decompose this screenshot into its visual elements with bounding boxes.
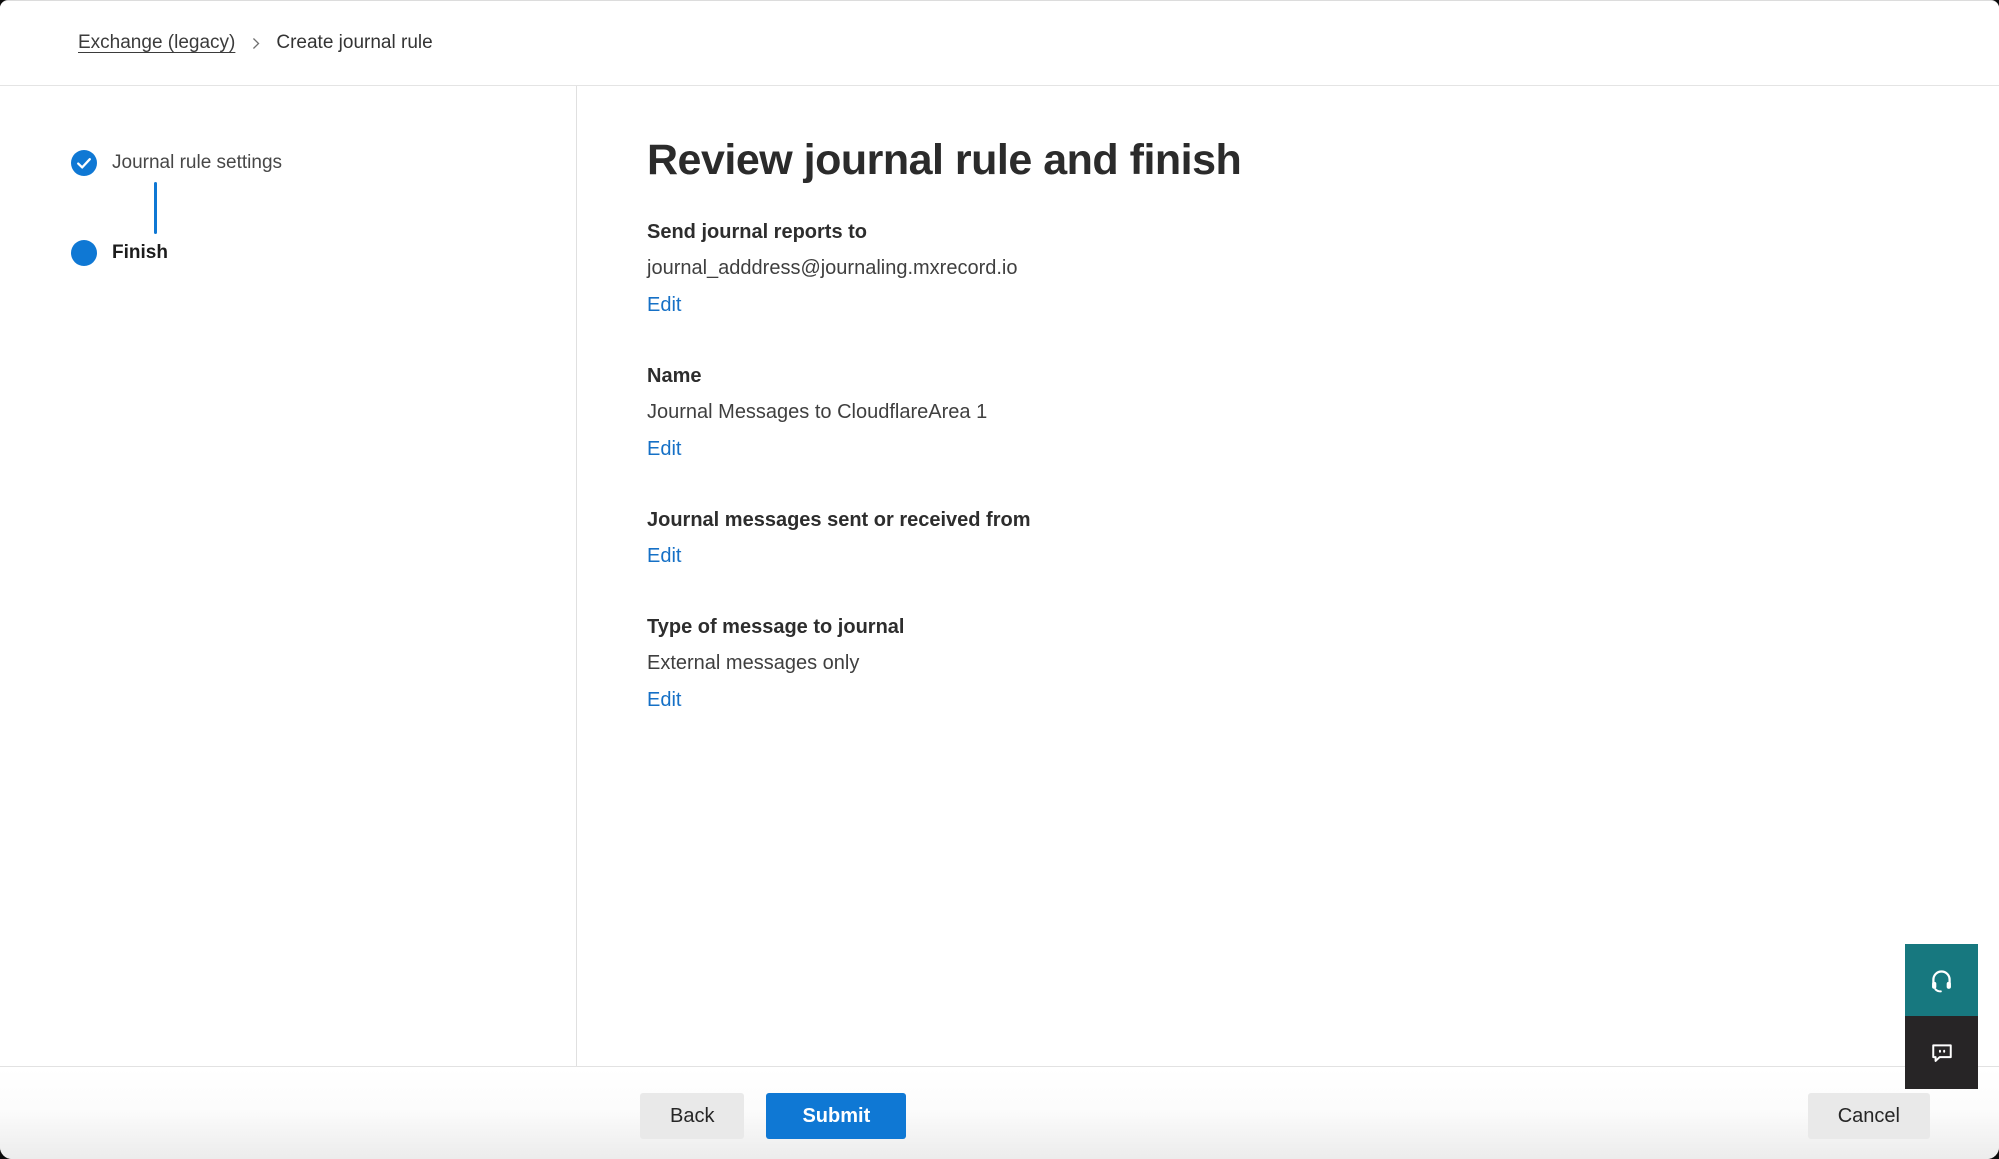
chat-bubble-icon — [1928, 1039, 1956, 1067]
floating-help-buttons — [1905, 944, 1978, 1089]
step-connector-line — [154, 182, 157, 234]
step-label-finish: Finish — [112, 242, 168, 264]
wizard-footer: Back Submit Cancel — [0, 1066, 1999, 1159]
review-section-journal-messages-from: Journal messages sent or received from E… — [647, 509, 1939, 568]
feedback-button[interactable] — [1905, 1016, 1978, 1089]
cancel-button[interactable]: Cancel — [1808, 1093, 1930, 1139]
review-panel: Review journal rule and finish Send jour… — [577, 86, 1999, 1066]
wizard-step-finish[interactable]: Finish — [71, 240, 576, 266]
headset-icon — [1928, 967, 1955, 994]
top-bar: Exchange (legacy) Create journal rule — [0, 1, 1999, 86]
section-label: Journal messages sent or received from — [647, 509, 1939, 532]
back-button[interactable]: Back — [640, 1093, 744, 1139]
breadcrumb: Exchange (legacy) Create journal rule — [78, 32, 433, 54]
review-section-name: Name Journal Messages to CloudflareArea … — [647, 365, 1939, 461]
create-journal-rule-window: Exchange (legacy) Create journal rule Jo… — [0, 0, 1999, 1159]
current-step-dot-icon — [71, 240, 97, 266]
section-label: Type of message to journal — [647, 616, 1939, 639]
review-section-send-journal-reports-to: Send journal reports to journal_adddress… — [647, 221, 1939, 317]
completed-step-check-icon — [71, 150, 97, 176]
breadcrumb-exchange-legacy[interactable]: Exchange (legacy) — [78, 32, 235, 54]
wizard-steps-sidebar: Journal rule settings Finish — [0, 86, 577, 1066]
rule-name-value: Journal Messages to CloudflareArea 1 — [647, 401, 1939, 424]
chevron-right-icon — [249, 37, 262, 50]
edit-name-link[interactable]: Edit — [647, 438, 681, 461]
journal-report-address-value: journal_adddress@journaling.mxrecord.io — [647, 257, 1939, 280]
section-label: Name — [647, 365, 1939, 388]
review-section-message-type: Type of message to journal External mess… — [647, 616, 1939, 712]
content-row: Journal rule settings Finish Review jour… — [0, 86, 1999, 1066]
step-label-journal-rule-settings: Journal rule settings — [112, 152, 282, 174]
page-title: Review journal rule and finish — [647, 136, 1939, 185]
section-label: Send journal reports to — [647, 221, 1939, 244]
edit-journal-messages-from-link[interactable]: Edit — [647, 545, 681, 568]
wizard-step-journal-rule-settings[interactable]: Journal rule settings — [71, 150, 576, 176]
footer-button-group: Back Submit — [640, 1093, 906, 1139]
edit-send-journal-reports-link[interactable]: Edit — [647, 294, 681, 317]
message-type-value: External messages only — [647, 652, 1939, 675]
edit-message-type-link[interactable]: Edit — [647, 689, 681, 712]
support-button[interactable] — [1905, 944, 1978, 1016]
submit-button[interactable]: Submit — [766, 1093, 906, 1139]
breadcrumb-current-page: Create journal rule — [276, 32, 432, 54]
